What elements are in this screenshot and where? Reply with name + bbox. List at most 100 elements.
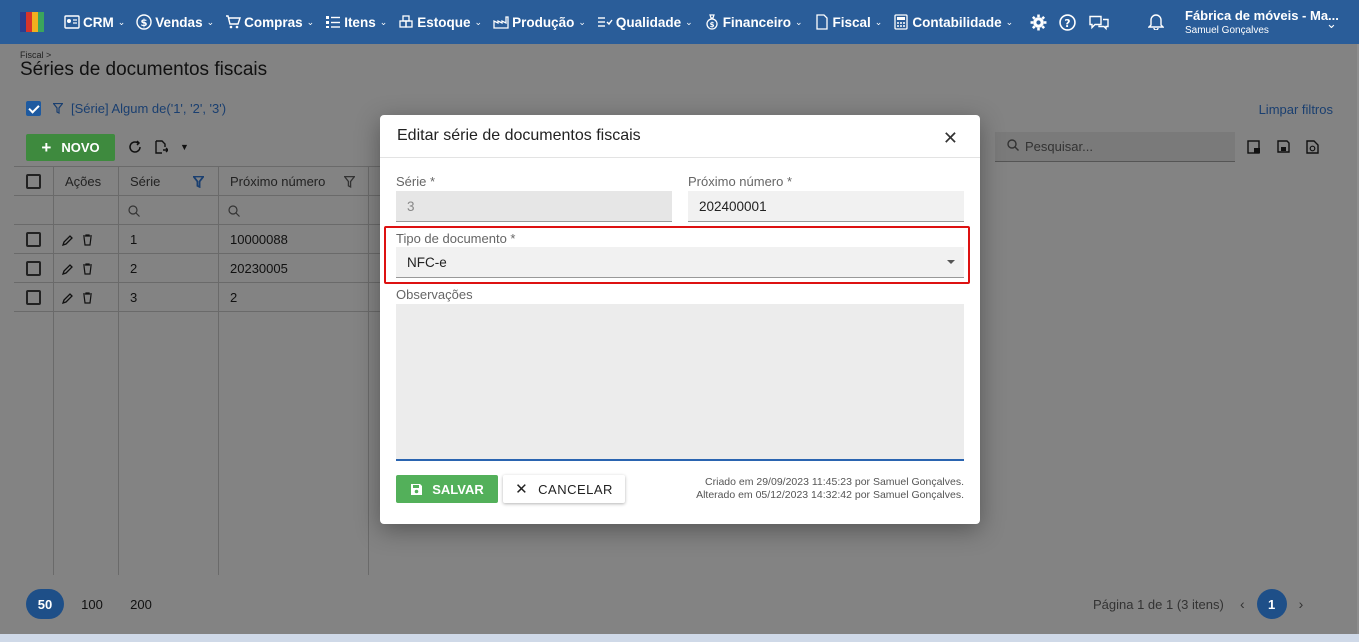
column-header-acoes[interactable]: Ações (65, 167, 101, 196)
chevron-down-icon: ⌄ (379, 16, 388, 27)
new-button[interactable]: + NOVO (26, 134, 115, 161)
caret-down-icon[interactable]: ▼ (180, 142, 189, 152)
tipo-documento-label: Tipo de documento * (396, 231, 516, 246)
dollar-circle-icon: $ (136, 14, 152, 30)
trash-icon[interactable] (82, 254, 93, 283)
nav-vendas[interactable]: $ Vendas ⌄ (136, 14, 214, 30)
top-navbar: CRM ⌄ $ Vendas ⌄ Compras ⌄ Itens ⌄ Estoque ⌄ … (0, 0, 1359, 44)
row-checkbox[interactable] (26, 261, 41, 276)
main-menu: CRM ⌄ $ Vendas ⌄ Compras ⌄ Itens ⌄ Estoque ⌄ … (64, 14, 1024, 30)
close-icon: ✕ (515, 481, 529, 498)
filter-text[interactable]: [Série] Algum de('1', '2', '3') (71, 101, 226, 116)
cancel-button[interactable]: ✕ CANCELAR (503, 475, 625, 503)
edit-icon[interactable] (62, 225, 74, 254)
bottom-strip (0, 634, 1359, 642)
page-size-200[interactable]: 200 (129, 589, 153, 619)
proximo-numero-label: Próximo número * (688, 174, 793, 189)
company-name: Fábrica de móveis - Ma... (1185, 8, 1339, 23)
grid-actions (1247, 140, 1335, 154)
chevron-down-icon: ⌄ (474, 16, 483, 27)
chevron-down-icon: ⌄ (685, 16, 693, 27)
audit-info: Criado em 29/09/2023 11:45:23 por Samuel… (696, 476, 964, 502)
caret-down-icon (947, 260, 955, 264)
row-checkbox[interactable] (26, 290, 41, 305)
page-size-100[interactable]: 100 (80, 589, 104, 619)
save-icon (410, 483, 423, 496)
nav-fiscal[interactable]: Fiscal ⌄ (814, 14, 883, 30)
search-icon[interactable] (128, 196, 140, 225)
document-icon (814, 14, 830, 30)
edit-icon[interactable] (62, 254, 74, 283)
cell-serie: 3 (130, 290, 138, 305)
nav-producao[interactable]: Produção ⌄ (493, 14, 586, 30)
search-input[interactable]: Pesquisar... (995, 132, 1235, 162)
serie-label: Série * (396, 174, 436, 189)
money-bag-icon: $ (704, 14, 720, 30)
nav-contabilidade[interactable]: Contabilidade ⌄ (893, 14, 1013, 30)
active-filter: [Série] Algum de('1', '2', '3') (26, 101, 226, 116)
page-1-button[interactable]: 1 (1256, 589, 1287, 619)
app-logo[interactable] (20, 12, 46, 32)
nav-itens[interactable]: Itens ⌄ (325, 14, 387, 30)
boxes-icon (398, 14, 414, 30)
close-icon[interactable]: ✕ (943, 128, 958, 149)
refresh-icon[interactable] (128, 140, 142, 154)
search-icon[interactable] (228, 196, 240, 225)
export-icon[interactable] (154, 140, 168, 154)
cell-proximo: 2 (230, 290, 238, 305)
help-icon[interactable]: ? (1059, 13, 1076, 31)
save-button[interactable]: SALVAR (396, 475, 498, 503)
row-checkbox[interactable] (26, 232, 41, 247)
svg-text:$: $ (709, 21, 714, 29)
filter-icon[interactable] (344, 167, 355, 196)
save-icon[interactable] (1277, 140, 1290, 154)
checklist-icon (597, 14, 613, 30)
layout-icon[interactable] (1247, 140, 1261, 154)
cell-proximo: 20230005 (230, 261, 288, 276)
trash-icon[interactable] (82, 283, 93, 312)
chevron-down-icon: ⌄ (306, 16, 315, 27)
chevron-down-icon: ⌄ (206, 16, 215, 27)
tipo-documento-value: NFC-e (407, 254, 447, 270)
tipo-documento-select[interactable]: NFC-e (396, 247, 964, 278)
toolbar-icons: ▼ (128, 140, 201, 154)
nav-estoque[interactable]: Estoque ⌄ (398, 14, 482, 30)
nav-financeiro[interactable]: $ Financeiro ⌄ (704, 14, 803, 30)
trash-icon[interactable] (82, 225, 93, 254)
edit-series-dialog: Editar série de documentos fiscais ✕ Sér… (380, 115, 980, 524)
factory-icon (493, 14, 509, 30)
chevron-down-icon: ⌄ (1005, 16, 1014, 27)
serie-field: 3 (396, 191, 672, 222)
nav-crm[interactable]: CRM ⌄ (64, 14, 125, 30)
search-placeholder: Pesquisar... (1025, 139, 1093, 154)
list-icon (325, 14, 341, 30)
chat-icon[interactable] (1088, 14, 1110, 31)
page-size-50[interactable]: 50 (26, 589, 64, 619)
company-switcher[interactable]: Fábrica de móveis - Ma... Samuel Gonçalv… (1185, 8, 1339, 36)
chevron-right-icon[interactable]: › (1299, 596, 1304, 612)
divider (380, 157, 980, 158)
column-header-serie[interactable]: Série (130, 167, 160, 196)
cart-icon (225, 14, 242, 30)
gear-icon[interactable] (1030, 14, 1047, 31)
nav-qualidade[interactable]: Qualidade ⌄ (597, 14, 693, 30)
page-title: Séries de documentos fiscais (20, 59, 268, 80)
bell-icon[interactable] (1147, 12, 1165, 33)
chevron-left-icon[interactable]: ‹ (1240, 596, 1245, 612)
filter-icon[interactable] (193, 167, 204, 196)
column-header-proximo-numero[interactable]: Próximo número (230, 167, 325, 196)
edit-icon[interactable] (62, 283, 74, 312)
chevron-down-icon: ⌄ (794, 16, 803, 27)
filter-checkbox[interactable] (26, 101, 41, 116)
filter-icon (53, 103, 63, 114)
observacoes-textarea[interactable] (396, 304, 964, 461)
proximo-numero-field[interactable]: 202400001 (688, 191, 964, 222)
contact-card-icon (64, 14, 80, 30)
nav-compras[interactable]: Compras ⌄ (225, 14, 314, 30)
select-all-checkbox[interactable] (26, 174, 41, 189)
chevron-down-icon: ⌄ (874, 16, 883, 27)
cell-proximo: 10000088 (230, 232, 288, 247)
chevron-down-icon[interactable]: ⌄ (1326, 16, 1337, 32)
clear-filters-link[interactable]: Limpar filtros (1259, 102, 1333, 117)
restore-icon[interactable] (1306, 140, 1319, 154)
